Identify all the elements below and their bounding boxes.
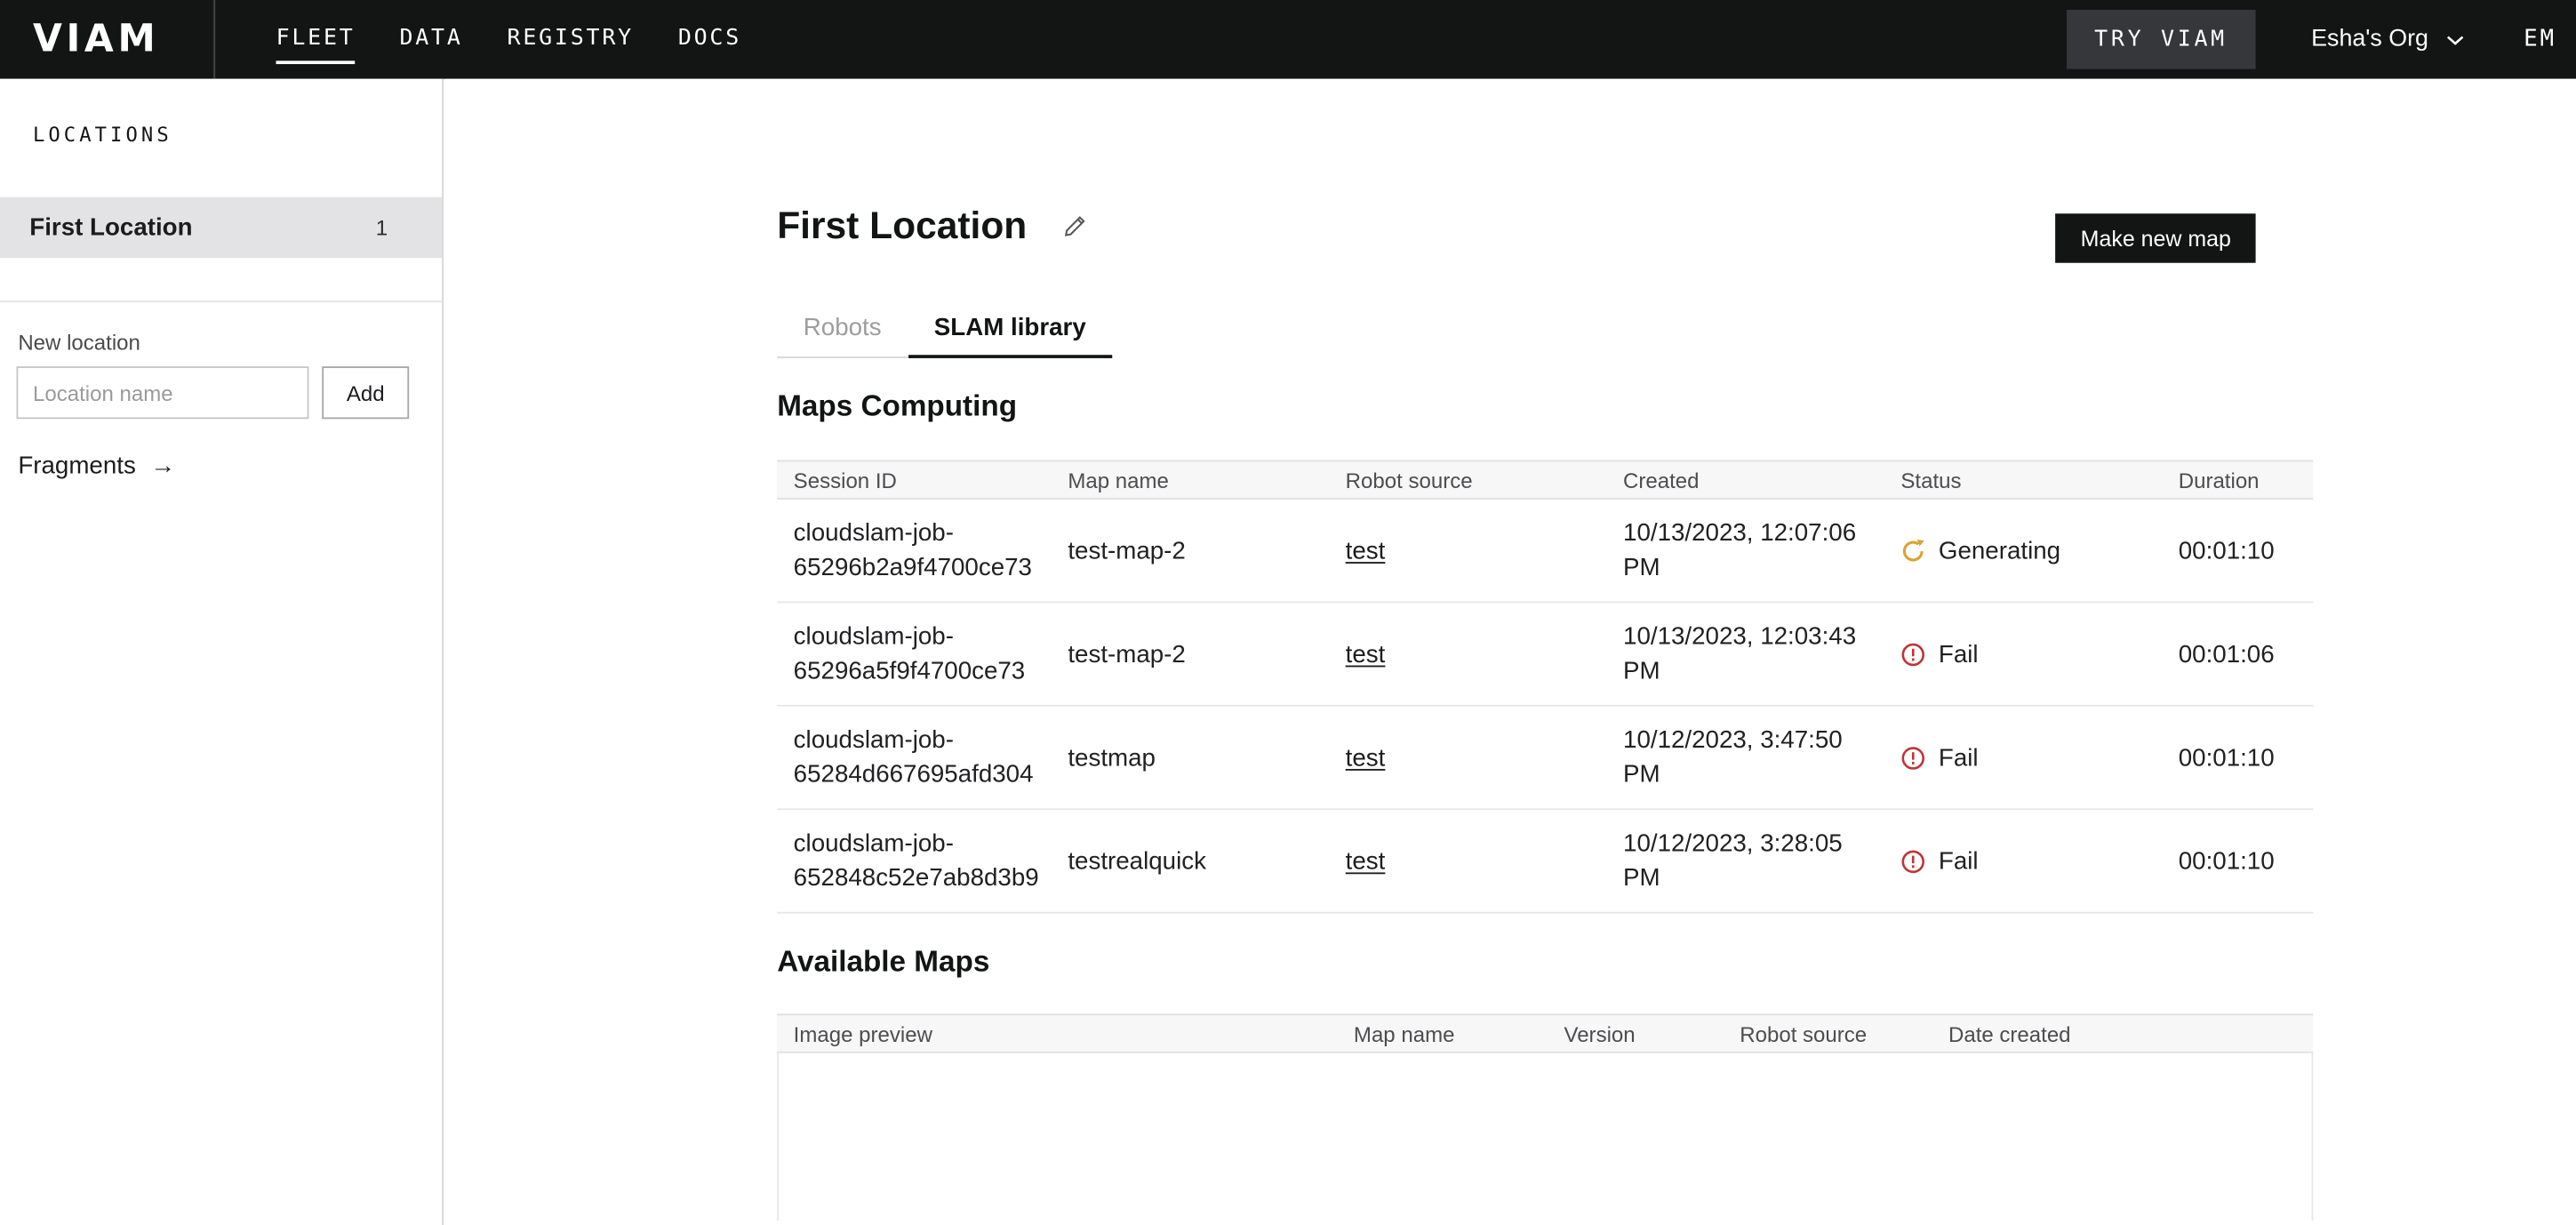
table-row: cloudslam-job-65284d667695afd304 testmap… [777,707,2313,810]
org-selector[interactable]: Esha's Org [2311,27,2464,53]
robot-source-link[interactable]: test [1346,640,1386,668]
nav-item-data[interactable]: DATA [399,20,462,59]
table-row: cloudslam-job-65296a5f9f4700ce73 test-ma… [777,603,2313,706]
page-title: First Location [777,203,1027,247]
sidebar: LOCATIONS First Location 1 New location … [0,79,444,1225]
tab-robots[interactable]: Robots [777,304,908,358]
nav-divider [213,0,215,79]
session-id-cell: cloudslam-job-65296a5f9f4700ce73 [777,604,1052,703]
tab-bar: RobotsSLAM library [777,304,1112,358]
sidebar-item-first-location[interactable]: First Location 1 [0,197,442,258]
created-cell: 10/12/2023, 3:28:05 PM [1607,812,1884,910]
try-viam-button[interactable]: TRY VIAM [2067,10,2256,69]
column-header-map-name: Map name [1337,1021,1548,1046]
status-label: Fail [1939,741,1979,775]
maps-computing-header: Session IDMap nameRobot sourceCreatedSta… [777,460,2313,499]
status-label: Fail [1939,844,1979,878]
primary-nav: FLEET DATA REGISTRY DOCS [276,20,741,59]
sidebar-divider [0,300,442,302]
duration-cell: 00:01:10 [2162,725,2313,789]
fail-alert-icon [1900,849,1925,874]
map-name-cell: testmap [1052,725,1329,789]
robot-source-cell: test [1329,725,1606,789]
column-header-version: Version [1548,1021,1724,1046]
org-name: Esha's Org [2311,27,2428,53]
user-menu[interactable]: EM [2524,27,2556,53]
app-window: VIAM FLEET DATA REGISTRY DOCS TRY VIAM Esha… [0,0,2576,1225]
column-header-map-name: Map name [1052,468,1329,492]
column-header-status: Status [1884,468,2162,492]
make-new-map-button[interactable]: Make new map [2056,213,2256,262]
created-cell: 10/12/2023, 3:47:50 PM [1607,709,1884,807]
robot-source-link[interactable]: test [1346,743,1386,771]
column-header-date-created: Date created [1932,1021,2313,1046]
tab-slam-library[interactable]: SLAM library [908,304,1112,358]
new-location-form: Add [16,366,442,419]
fragments-label: Fragments [18,452,136,479]
nav-item-registry[interactable]: REGISTRY [508,20,634,59]
column-header-robot-source: Robot source [1724,1021,1932,1046]
edit-pencil-icon[interactable] [1063,212,1088,237]
session-id-cell: cloudslam-job-65284d667695afd304 [777,709,1052,807]
map-name-cell: test-map-2 [1052,518,1329,582]
status-cell: Fail [1884,725,2162,789]
arrow-right-icon: → [150,452,175,479]
fragments-link[interactable]: Fragments → [18,452,175,479]
status-label: Fail [1939,637,1979,671]
session-id-cell: cloudslam-job-65296b2a9f4700ce73 [777,501,1052,600]
maps-computing-heading: Maps Computing [777,389,2576,424]
column-header-image-preview: Image preview [777,1021,1337,1046]
add-location-button[interactable]: Add [322,366,409,419]
robot-source-link[interactable]: test [1346,847,1386,875]
robot-source-link[interactable]: test [1346,536,1386,564]
page-head: First Location [777,200,2576,249]
table-row: cloudslam-job-65296b2a9f4700ce73 test-ma… [777,500,2313,603]
status-cell: Fail [1884,622,2162,686]
map-name-cell: test-map-2 [1052,622,1329,686]
chevron-down-icon [2446,27,2464,53]
column-header-duration: Duration [2162,468,2313,492]
maps-computing-body: cloudslam-job-65296b2a9f4700ce73 test-ma… [777,500,2313,914]
top-nav: VIAM FLEET DATA REGISTRY DOCS TRY VIAM Esha… [0,0,2576,79]
column-header-session-id: Session ID [777,468,1052,492]
fail-alert-icon [1900,642,1925,667]
robot-source-cell: test [1329,829,1606,893]
robot-source-cell: test [1329,622,1606,686]
status-label: Generating [1939,533,2060,568]
maps-computing-table: Session IDMap nameRobot sourceCreatedSta… [777,460,2313,913]
table-row: cloudslam-job-652848c52e7ab8d3b9 testrea… [777,810,2313,913]
main-content: First Location Make new map RobotsSLAM l… [445,79,2576,1225]
location-count: 1 [376,215,388,240]
location-name-input[interactable] [16,366,308,419]
column-header-robot-source: Robot source [1329,468,1606,492]
status-cell: Fail [1884,829,2162,893]
nav-right: TRY VIAM Esha's Org EM [2067,10,2576,69]
created-cell: 10/13/2023, 12:07:06 PM [1607,501,1884,600]
duration-cell: 00:01:10 [2162,518,2313,582]
duration-cell: 00:01:06 [2162,622,2313,686]
nav-item-fleet[interactable]: FLEET [276,20,356,59]
new-location-label: New location [18,330,442,355]
created-cell: 10/13/2023, 12:03:43 PM [1607,604,1884,703]
robot-source-cell: test [1329,518,1606,582]
available-maps-heading: Available Maps [777,945,2576,980]
map-name-cell: testrealquick [1052,829,1329,893]
available-maps-header: Image previewMap nameVersionRobot source… [777,1013,2313,1053]
session-id-cell: cloudslam-job-652848c52e7ab8d3b9 [777,812,1052,910]
viam-logo[interactable]: VIAM [33,18,159,60]
location-name: First Location [29,213,192,241]
status-cell: Generating [1884,518,2162,582]
available-maps-table: Image previewMap nameVersionRobot source… [777,1013,2313,1221]
column-header-created: Created [1607,468,1884,492]
fail-alert-icon [1900,745,1925,770]
generating-refresh-icon [1900,538,1925,563]
available-maps-body [777,1053,2313,1221]
duration-cell: 00:01:10 [2162,829,2313,893]
locations-heading: LOCATIONS [33,124,442,147]
nav-item-docs[interactable]: DOCS [678,20,741,59]
